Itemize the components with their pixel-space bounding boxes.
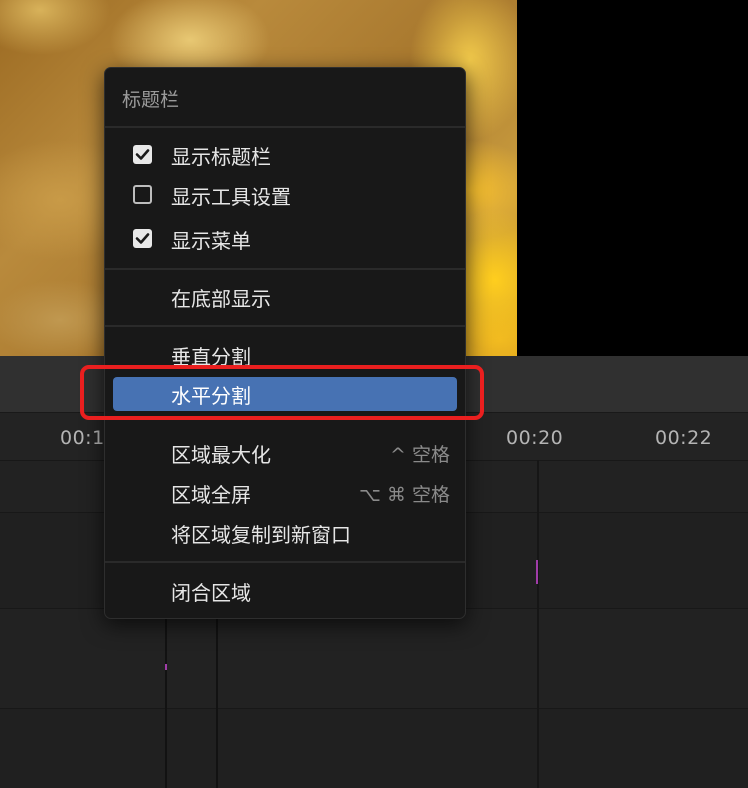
menu-item-show-header[interactable]: 显示标题栏: [105, 136, 465, 172]
menu-item-label: 区域全屏: [171, 483, 251, 507]
timeline-track[interactable]: [0, 708, 748, 788]
menu-item-horizontal-split[interactable]: 水平分割: [113, 377, 457, 411]
menu-item-show-menus[interactable]: 显示菜单: [105, 220, 465, 256]
shortcut-hint: ⌥ ⌘ 空格: [359, 484, 450, 506]
menu-item-close-area[interactable]: 闭合区域: [105, 572, 465, 608]
ruler-label-1: 00:1: [60, 427, 105, 449]
menu-separator: [105, 418, 465, 420]
timeline-track[interactable]: [0, 608, 748, 708]
menu-item-show-tool-settings[interactable]: 显示工具设置: [105, 176, 465, 212]
menu-item-label: 闭合区域: [171, 581, 251, 605]
menu-item-label: 显示菜单: [171, 229, 251, 253]
checkbox-checked-icon[interactable]: [133, 229, 152, 248]
menu-item-toggle-maximize[interactable]: 区域最大化 ^ 空格: [105, 434, 465, 470]
menu-item-label: 显示标题栏: [171, 145, 271, 169]
timeline-gridline: [537, 460, 539, 788]
checkbox-unchecked-icon[interactable]: [133, 185, 152, 204]
ruler-label-3: 00:22: [655, 427, 713, 449]
menu-item-vertical-split[interactable]: 垂直分割: [105, 336, 465, 372]
menu-item-fullscreen-area[interactable]: 区域全屏 ⌥ ⌘ 空格: [105, 474, 465, 510]
menu-separator: [105, 325, 465, 327]
keyframe-marker[interactable]: [536, 560, 538, 584]
menu-item-flip-to-bottom[interactable]: 在底部显示: [105, 278, 465, 314]
header-context-menu: 标题栏 显示标题栏 显示工具设置 显示菜单 在底部显示 垂直分割 水平分割 区域…: [104, 67, 466, 619]
menu-item-label: 在底部显示: [171, 287, 271, 311]
menu-item-label: 区域最大化: [171, 443, 271, 467]
menu-item-label: 显示工具设置: [171, 185, 291, 209]
timeline-gridline: [165, 612, 167, 788]
keyframe-marker[interactable]: [165, 664, 167, 670]
shortcut-hint: ^ 空格: [390, 444, 450, 466]
menu-separator: [105, 268, 465, 270]
checkbox-checked-icon[interactable]: [133, 145, 152, 164]
ruler-label-2: 00:20: [506, 427, 564, 449]
menu-separator: [105, 126, 465, 128]
menu-item-label: 将区域复制到新窗口: [171, 523, 351, 547]
menu-item-label: 垂直分割: [171, 345, 251, 369]
menu-item-duplicate-to-window[interactable]: 将区域复制到新窗口: [105, 514, 465, 550]
menu-separator: [105, 561, 465, 563]
menu-item-label: 水平分割: [171, 384, 251, 408]
playhead-line[interactable]: [216, 612, 218, 788]
menu-title: 标题栏: [122, 89, 180, 111]
